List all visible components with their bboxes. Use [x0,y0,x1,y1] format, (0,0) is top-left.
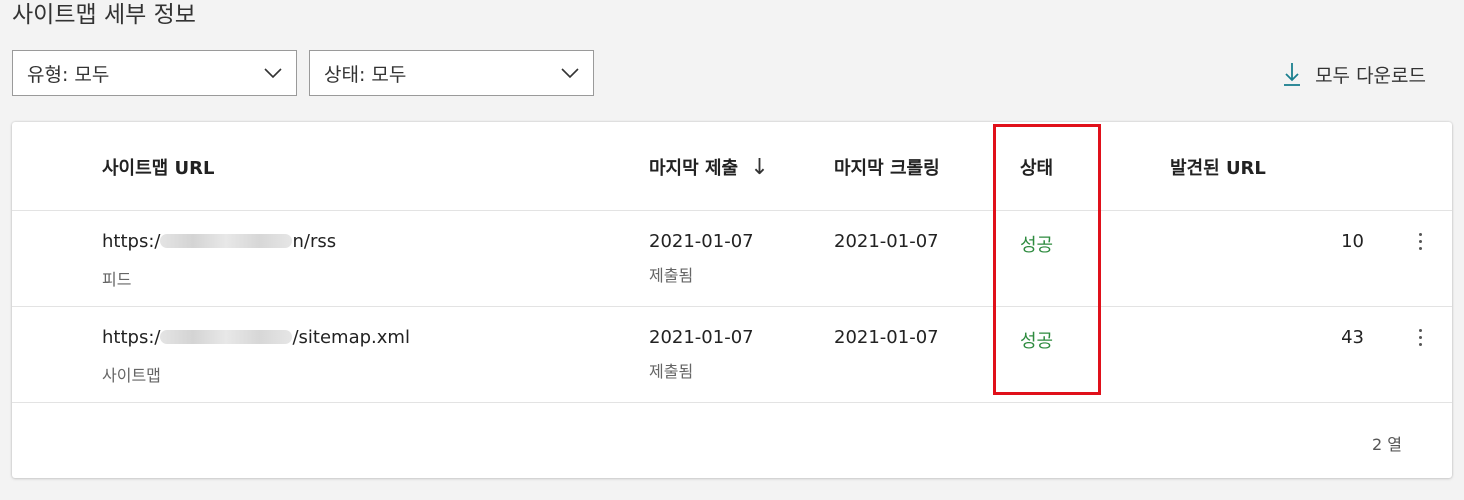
status-column-highlight [993,124,1101,395]
row-count: 2 열 [1372,435,1402,454]
column-header-sitemap-url[interactable]: 사이트맵 URL [102,154,214,180]
table-row[interactable]: https://sitemap.xml 사이트맵 2021-01-07 제출됨 … [12,307,1452,403]
last-submitted-sub: 제출됨 [649,362,694,381]
discovered-url-count: 43 [1341,327,1364,348]
sitemap-url[interactable]: https:/ /sitemap.xml [102,327,410,348]
last-submitted-date: 2021-01-07 [649,231,754,252]
sitemap-url-suffix: /sitemap.xml [292,327,410,348]
sitemap-url-suffix: n/rss [292,231,337,252]
redacted-domain [160,329,293,344]
more-vertical-icon[interactable] [1408,325,1432,355]
download-all-button[interactable]: 모두 다운로드 [1283,58,1426,90]
table-row[interactable]: https:/ n/rss 피드 2021-01-07 제출됨 2021-01-0… [12,211,1452,307]
column-header-last-submitted-label: 마지막 제출 [649,158,739,179]
type-filter-label: 유형: 모두 [27,63,110,86]
sitemap-type: 피드 [102,270,132,289]
sitemap-table: 사이트맵 URL 마지막 제출 ↓ 마지막 크롤링 상태 발견된 URL htt… [12,122,1452,478]
last-crawled-date: 2021-01-07 [834,327,939,348]
sitemap-url-prefix: https:/ [102,231,161,252]
redacted-domain [160,233,293,248]
type-filter-dropdown[interactable]: 유형: 모두 [12,50,297,96]
column-header-discovered-urls[interactable]: 발견된 URL [1170,154,1266,180]
column-header-last-crawled[interactable]: 마지막 크롤링 [834,154,940,180]
download-icon [1284,63,1301,86]
page-title: 사이트맵 세부 정보 [12,2,196,28]
status-filter-label: 상태: 모두 [324,63,407,86]
chevron-down-icon [561,68,579,79]
download-all-label: 모두 다운로드 [1315,64,1426,87]
last-crawled-date: 2021-01-07 [834,231,939,252]
chevron-down-icon [264,68,282,79]
table-header: 사이트맵 URL 마지막 제출 ↓ 마지막 크롤링 상태 발견된 URL [12,122,1452,211]
column-header-last-submitted[interactable]: 마지막 제출 ↓ [649,154,769,180]
discovered-url-count: 10 [1341,231,1364,252]
status-filter-dropdown[interactable]: 상태: 모두 [309,50,594,96]
sitemap-url[interactable]: https:/ n/rss [102,231,336,252]
last-submitted-sub: 제출됨 [649,266,694,285]
sitemap-type: 사이트맵 [102,366,161,385]
sitemap-url-prefix: https:/ [102,327,161,348]
last-submitted-date: 2021-01-07 [649,327,754,348]
sort-arrow-icon: ↓ [750,155,769,180]
more-vertical-icon[interactable] [1408,229,1432,259]
